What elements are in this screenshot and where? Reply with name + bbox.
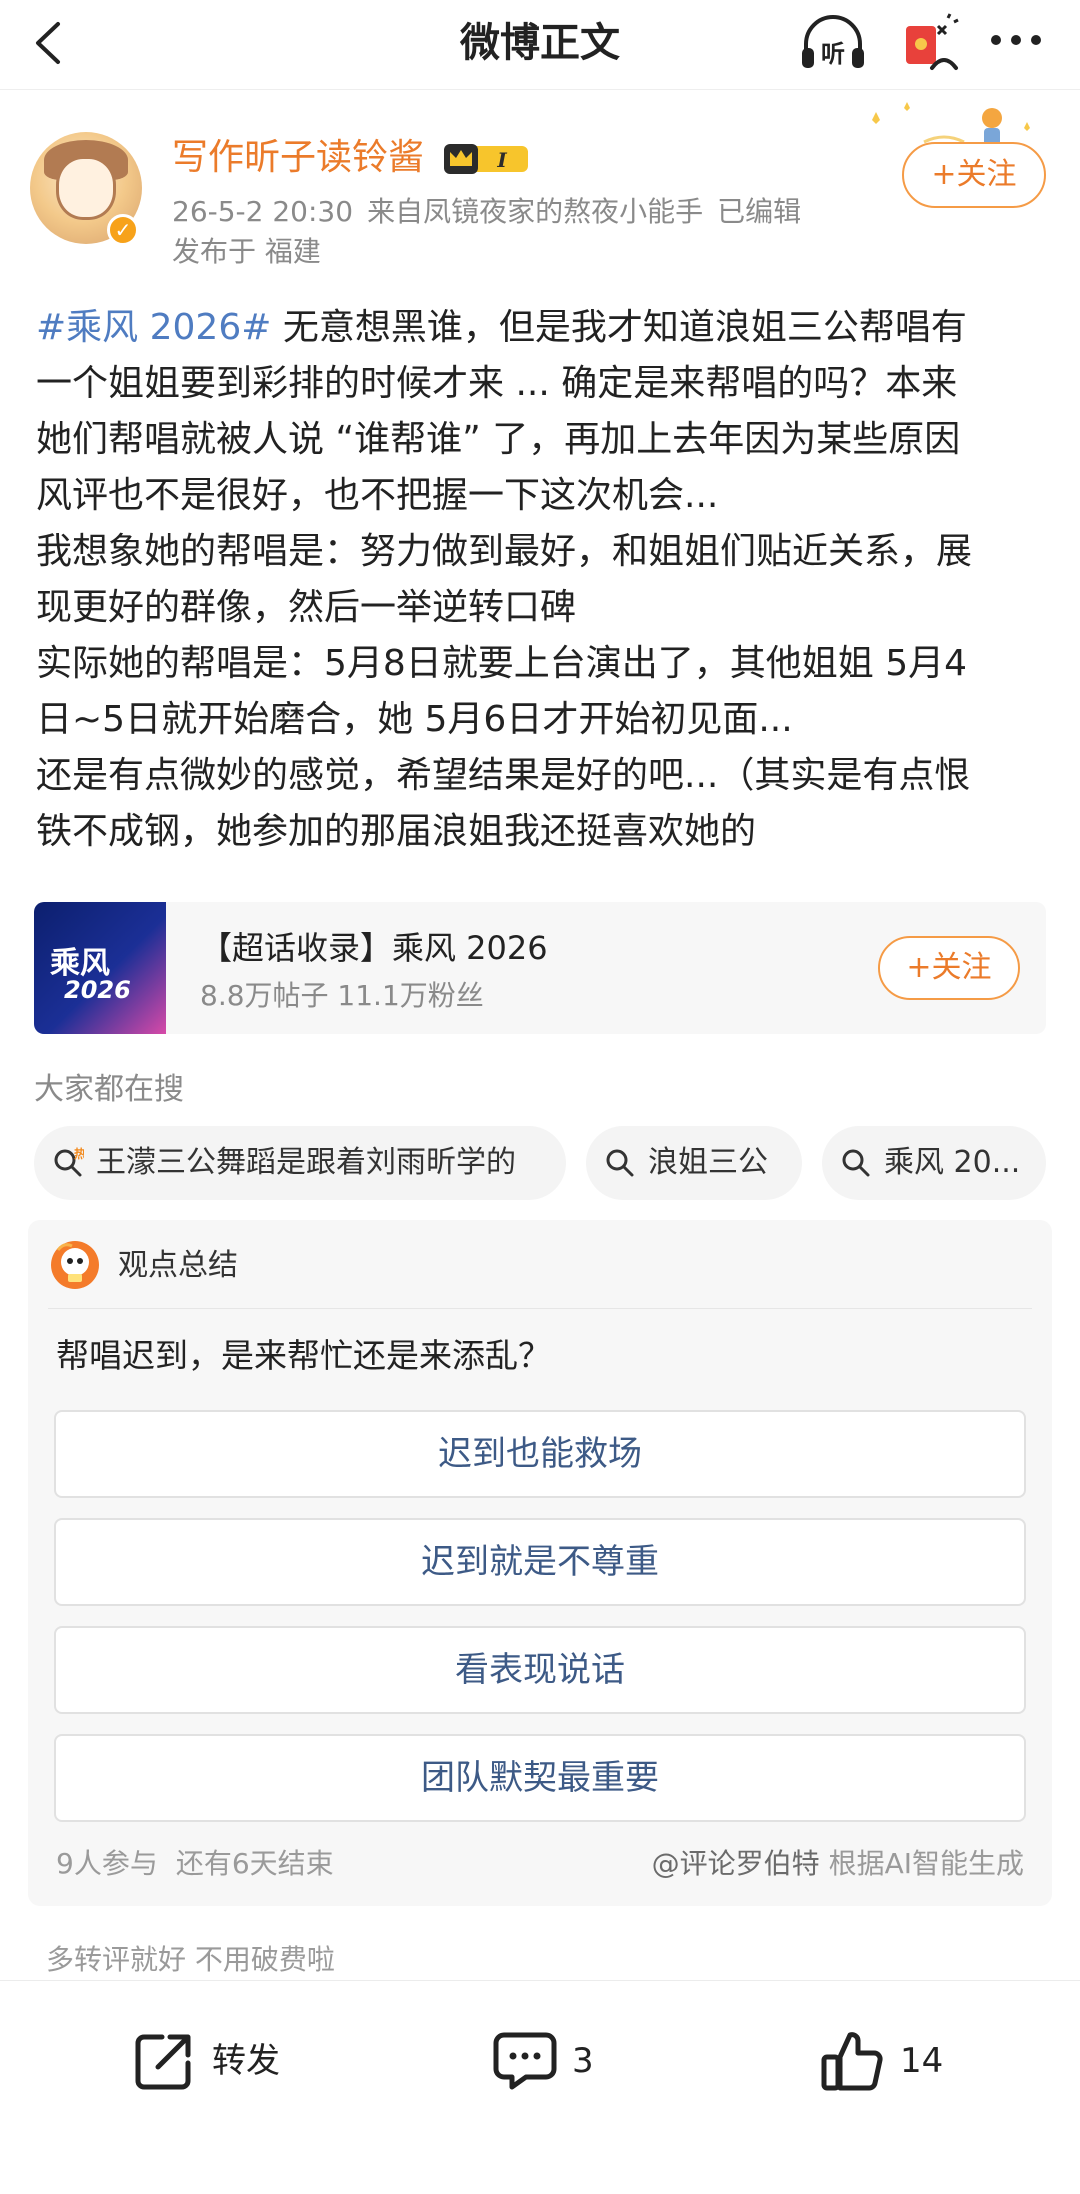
opinion-summary-card: 观点总结 帮唱迟到，是来帮忙还是来添乱？ 迟到也能救场 迟到就是不尊重 看表现说… xyxy=(28,1220,1052,1906)
post-line: 还是有点微妙的感觉，希望结果是好的吧...（其实是有点恨 xyxy=(36,755,971,796)
post-line: 铁不成钢，她参加的那届浪姐我还挺喜欢她的 xyxy=(36,811,757,852)
poll-option[interactable]: 迟到就是不尊重 xyxy=(54,1518,1026,1606)
follow-author-button[interactable]: +关注 xyxy=(902,142,1046,208)
thumb-year: 2026 xyxy=(64,976,131,1004)
post-meta: 26-5-2 20:30 来自凤镜夜家的熬夜小能手 已编辑 xyxy=(172,194,815,230)
author-header: ✓ 写作昕子读铃酱 I 26-5-2 20:30 来自凤镜夜家的熬夜小能手 已编辑 … xyxy=(0,90,1080,290)
divider xyxy=(48,1308,1032,1309)
follow-topic-button[interactable]: +关注 xyxy=(878,936,1020,1000)
top-nav-bar: 微博正文 听 xyxy=(0,0,1080,90)
author-name[interactable]: 写作昕子读铃酱 xyxy=(172,134,424,182)
more-options-icon[interactable] xyxy=(986,20,1046,60)
poll-stats: 9人参与 还有6天结束 xyxy=(56,1844,352,1884)
ai-credit: @评论罗伯特 根据AI智能生成 xyxy=(652,1844,1024,1884)
search-chip-hot[interactable]: 热 王濛三公舞蹈是跟着刘雨昕学的 xyxy=(34,1126,566,1200)
search-icon xyxy=(842,1149,870,1177)
comment-icon xyxy=(493,2032,557,2090)
like-count: 14 xyxy=(900,2041,944,2081)
search-chip-text: 浪姐三公 xyxy=(648,1145,768,1180)
super-topic-card[interactable]: 乘风 2026 【超话收录】乘风 2026 8.8万帖子 11.1万粉丝 +关注 xyxy=(34,902,1046,1034)
verified-badge-icon: ✓ xyxy=(107,214,139,246)
post-line: 我想象她的帮唱是：努力做到最好，和姐姐们贴近关系，展 xyxy=(36,531,973,572)
post-line: 她们帮唱就被人说 “谁帮谁” 了，再加上去年因为某些原因 xyxy=(36,419,961,460)
edited-label: 已编辑 xyxy=(717,195,802,228)
post-line: 实际她的帮唱是：5月8日就要上台演出了，其他姐姐 5月4 xyxy=(36,643,968,684)
post-source: 来自凤镜夜家的熬夜小能手 xyxy=(367,195,704,228)
post-body: #乘风 2026# 无意想黑谁，但是我才知道浪姐三公帮唱有 一个姐姐要到彩排的时… xyxy=(36,300,1046,860)
poll-question: 帮唱迟到，是来帮忙还是来添乱？ xyxy=(56,1336,551,1375)
hot-badge: 热 xyxy=(74,1147,84,1161)
search-chip[interactable]: 浪姐三公 xyxy=(586,1126,802,1200)
like-button[interactable]: 14 xyxy=(820,2029,960,2093)
repost-button[interactable]: 转发 xyxy=(132,2029,332,2093)
search-chip-text: 王濛三公舞蹈是跟着刘雨昕学的 xyxy=(96,1145,516,1180)
poll-option[interactable]: 团队默契最重要 xyxy=(54,1734,1026,1822)
ai-mascot-icon xyxy=(51,1241,99,1289)
hot-search-icon: 热 xyxy=(54,1147,84,1177)
bottom-action-bar: 转发 3 14 xyxy=(0,1980,1080,2194)
post-date: 26-5-2 20:30 xyxy=(172,195,354,228)
reward-footnote: 多转评就好 不用破费啦 xyxy=(46,1943,335,1976)
headphones-listen-icon[interactable]: 听 xyxy=(798,12,868,74)
credit-user-link[interactable]: @评论罗伯特 xyxy=(652,1847,820,1880)
post-line: 一个姐姐要到彩排的时候才来 ... 确定是来帮唱的吗？本来 xyxy=(36,363,958,404)
super-topic-title: 【超话收录】乘风 2026 xyxy=(200,929,548,967)
comment-button[interactable]: 3 xyxy=(492,2029,632,2093)
credit-note: 根据AI智能生成 xyxy=(819,1847,1024,1880)
poll-option[interactable]: 看表现说话 xyxy=(54,1626,1026,1714)
post-line: #乘风 2026# 无意想黑谁，但是我才知道浪姐三公帮唱有 xyxy=(36,300,1046,356)
comment-count: 3 xyxy=(572,2041,594,2081)
vip-level: I xyxy=(496,148,507,172)
search-chip[interactable]: 乘风 20... xyxy=(822,1126,1046,1200)
red-packet-icon[interactable] xyxy=(898,12,962,76)
post-text: 无意想黑谁，但是我才知道浪姐三公帮唱有 xyxy=(271,307,967,348)
post-line: 现更好的群像，然后一举逆转口碑 xyxy=(36,587,577,628)
vip-crown-badge-icon[interactable]: I xyxy=(440,140,532,176)
repost-label: 转发 xyxy=(212,2041,280,2081)
hashtag-link[interactable]: #乘风 2026# xyxy=(36,307,271,348)
search-icon xyxy=(606,1149,634,1177)
post-location: 发布于 福建 xyxy=(172,235,321,268)
listen-label: 听 xyxy=(821,40,845,68)
super-topic-stats: 8.8万帖子 11.1万粉丝 xyxy=(200,979,484,1012)
trending-search-label: 大家都在搜 xyxy=(34,1072,184,1107)
poll-participants: 9人参与 xyxy=(56,1847,158,1880)
super-topic-thumbnail: 乘风 2026 xyxy=(34,902,166,1034)
opinion-title: 观点总结 xyxy=(118,1248,238,1283)
search-chip-text: 乘风 20... xyxy=(884,1145,1021,1180)
thumbs-up-icon xyxy=(821,2032,883,2091)
repost-icon xyxy=(135,2034,191,2090)
poll-option[interactable]: 迟到也能救场 xyxy=(54,1410,1026,1498)
post-line: 日~5日就开始磨合，她 5月6日才开始初见面... xyxy=(36,699,793,740)
poll-deadline: 还有6天结束 xyxy=(175,1847,334,1880)
post-line: 风评也不是很好，也不把握一下这次机会... xyxy=(36,475,719,516)
